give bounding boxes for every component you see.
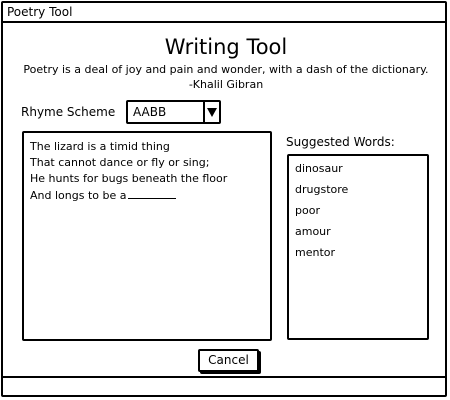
rhyme-scheme-value: AABB <box>133 105 167 119</box>
suggested-words-list[interactable]: dinosaur drugstore poor amour mentor <box>287 154 429 340</box>
suggested-word[interactable]: poor <box>295 203 320 218</box>
poem-line: That cannot dance or fly or sing; <box>30 156 210 169</box>
poem-text-area[interactable]: The lizard is a timid thing That cannot … <box>22 131 272 341</box>
rhyme-scheme-label: Rhyme Scheme <box>21 105 116 119</box>
dropdown-button[interactable] <box>203 102 219 122</box>
poem-line: The lizard is a timid thing <box>30 140 170 153</box>
page-title: Writing Tool <box>164 35 288 59</box>
status-bar <box>3 376 445 395</box>
poetry-tool-window: Poetry Tool Writing Tool Poetry is a dea… <box>1 1 447 397</box>
poem-line: And longs to be a <box>30 189 127 202</box>
triangle-down-icon <box>207 108 217 117</box>
cancel-button[interactable]: Cancel <box>198 349 259 372</box>
suggested-words-label: Suggested Words: <box>286 135 395 149</box>
rhyme-scheme-dropdown[interactable]: AABB <box>126 100 221 124</box>
suggested-word[interactable]: drugstore <box>295 182 348 197</box>
poem-line-with-blank: And longs to be a <box>30 187 177 203</box>
poem-line: He hunts for bugs beneath the floor <box>30 172 228 185</box>
suggested-word[interactable]: dinosaur <box>295 161 343 176</box>
quote-author: -Khalil Gibran <box>188 78 264 91</box>
suggested-word[interactable]: mentor <box>295 245 335 260</box>
window-title: Poetry Tool <box>7 5 73 19</box>
quote-text: Poetry is a deal of joy and pain and won… <box>23 63 429 76</box>
fill-in-blank[interactable] <box>128 187 177 199</box>
title-bar: Poetry Tool <box>3 3 445 23</box>
suggested-word[interactable]: amour <box>295 224 331 239</box>
